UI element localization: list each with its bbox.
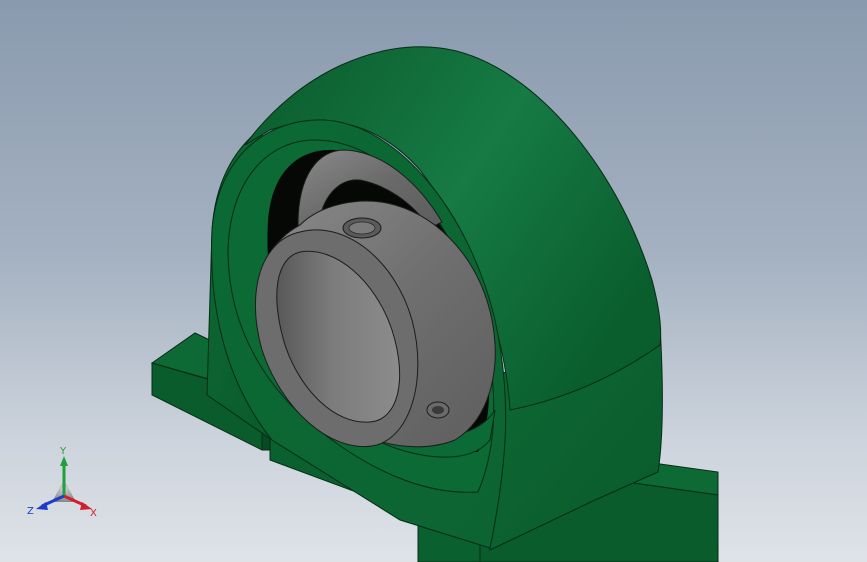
set-screw-hole-bottom <box>426 401 450 419</box>
x-axis-label: X <box>90 508 97 519</box>
graphics-viewport[interactable]: Y X Z <box>0 0 867 562</box>
y-axis-label: Y <box>59 446 67 457</box>
pillow-block-bearing-model[interactable] <box>0 0 867 562</box>
y-axis-arrow <box>60 456 68 466</box>
z-axis-label: Z <box>27 506 34 517</box>
z-axis-arrow <box>36 502 48 510</box>
reference-triad: Y X Z <box>27 446 97 519</box>
